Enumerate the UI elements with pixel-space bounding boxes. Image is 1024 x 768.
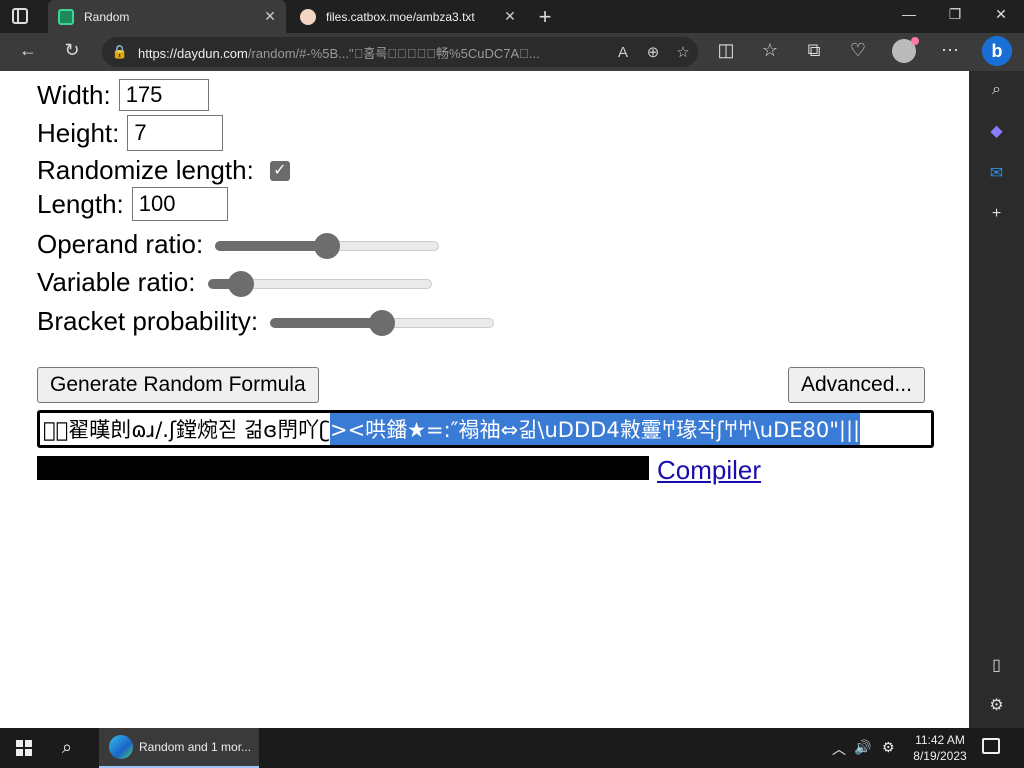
variable-slider[interactable] <box>207 270 432 297</box>
tab-title: Random <box>84 9 130 24</box>
browser-toolbar: ← ↻ 🔒 https://daydun.com/random/#-%5B...… <box>0 33 1024 71</box>
tab-actions-icon[interactable] <box>12 8 28 24</box>
favorites-icon[interactable]: ☆ <box>758 40 782 61</box>
volume-icon[interactable]: 🔊 <box>854 739 871 756</box>
close-window-icon[interactable]: ✕ <box>978 6 1024 23</box>
site-favicon-icon <box>58 8 74 25</box>
restore-icon[interactable]: ❐ <box>932 6 978 23</box>
tray-chevron-icon[interactable]: ︿ <box>832 739 846 759</box>
hide-sidebar-icon[interactable]: ▯ <box>969 655 1024 675</box>
length-input[interactable] <box>131 187 228 221</box>
outlook-icon[interactable]: ✉ <box>969 163 1024 183</box>
operand-row: Operand ratio: <box>37 229 440 260</box>
notification-icon[interactable] <box>982 738 1000 754</box>
length-label: Length: <box>37 188 124 219</box>
lock-icon[interactable]: 🔒 <box>102 44 138 60</box>
performance-icon[interactable]: ♡ <box>846 40 870 61</box>
compiler-link[interactable]: Compiler <box>657 455 761 486</box>
height-input[interactable] <box>127 115 224 151</box>
search-icon[interactable]: ⌕ <box>969 81 1024 99</box>
formula-selected-text: ><哄鐇★=:″褟䄂⇔긺\uDDD4敹霻𐀀瑑작ʃ𐀀𐀀\uDE80"||| <box>329 413 861 445</box>
randomize-row: Randomize length: ✓ <box>37 155 290 186</box>
zoom-icon[interactable]: ⊕ <box>638 43 668 61</box>
clock[interactable]: 11:42 AM 8/19/2023 <box>912 732 968 764</box>
bracket-slider[interactable] <box>270 309 495 336</box>
clock-date: 8/19/2023 <box>913 749 967 763</box>
profile-avatar[interactable] <box>892 37 919 63</box>
width-row: Width: <box>37 79 209 111</box>
favorite-star-icon[interactable]: ☆ <box>668 43 698 61</box>
randomize-label: Randomize length: <box>37 155 254 185</box>
width-label: Width: <box>37 79 111 110</box>
taskbar-app-label: Random and 1 mor... <box>139 740 252 754</box>
new-tab-icon[interactable]: + <box>533 4 557 30</box>
address-url: https://daydun.com/random/#-%5B..." 홈륵  … <box>138 45 540 61</box>
result-bar <box>37 456 649 480</box>
edge-sidebar: ⌕ ◆ ✉ + ▯ ⚙ <box>969 71 1024 728</box>
minimize-icon[interactable]: — <box>886 6 932 22</box>
collections-icon[interactable]: ⧉ <box>802 40 826 61</box>
variable-label: Variable ratio: <box>37 267 196 297</box>
generate-formula-button[interactable]: Generate Random Formula <box>37 367 319 403</box>
add-icon[interactable]: + <box>969 205 1024 223</box>
bracket-row: Bracket probability: <box>37 306 495 337</box>
clock-time: 11:42 AM <box>915 733 965 747</box>
catbox-favicon-icon <box>300 8 316 25</box>
windows-start-icon[interactable] <box>16 740 32 756</box>
bracket-label: Bracket probability: <box>37 306 259 336</box>
page-content: Width: Height: Randomize length: ✓ Lengt… <box>0 71 969 728</box>
refresh-icon[interactable]: ↻ <box>60 40 84 61</box>
width-input[interactable] <box>118 79 209 111</box>
formula-output[interactable]: 重ᷫ翟暵剆ɷɹ/.ʃ鏜焥짇 걺ɞ閅吖ʗ ><哄鐇★=:″褟䄂⇔긺\uDDD4敹霻𐀀… <box>37 410 934 448</box>
tab-strip: Random ✕ files.catbox.moe/ambza3.txt ✕ +… <box>0 0 1024 33</box>
tab-catbox[interactable]: files.catbox.moe/ambza3.txt ✕ <box>290 0 526 33</box>
settings-gear-icon[interactable]: ⚙ <box>882 739 895 756</box>
operand-label: Operand ratio: <box>37 229 204 259</box>
close-tab-icon[interactable]: ✕ <box>500 8 520 25</box>
slider-knob[interactable] <box>314 232 341 259</box>
tab-random[interactable]: Random ✕ <box>48 0 286 33</box>
height-label: Height: <box>37 117 120 148</box>
search-icon[interactable]: ⌕ <box>62 737 72 758</box>
length-row: Length: <box>37 187 228 221</box>
formula-text: 重ᷫ翟暵剆ɷɹ/.ʃ鏜焥짇 걺ɞ閅吖ʗ <box>43 418 330 442</box>
variable-row: Variable ratio: <box>37 267 432 298</box>
slider-knob[interactable] <box>228 270 255 297</box>
operand-slider[interactable] <box>215 232 440 259</box>
read-aloud-icon[interactable]: A <box>608 44 638 61</box>
settings-icon[interactable]: ⚙ <box>969 695 1024 715</box>
bing-copilot-icon[interactable]: b <box>982 36 1012 66</box>
tab-title: files.catbox.moe/ambza3.txt <box>326 9 475 24</box>
taskbar: ⌕ Random and 1 mor... ︿ 🔊 ⚙ 11:42 AM 8/1… <box>0 728 1024 768</box>
more-icon[interactable]: ⋯ <box>938 40 962 61</box>
taskbar-edge-app[interactable]: Random and 1 mor... <box>99 728 259 768</box>
copilot-icon[interactable]: ◆ <box>969 121 1024 141</box>
close-tab-icon[interactable]: ✕ <box>260 8 280 25</box>
randomize-checkbox[interactable]: ✓ <box>269 160 290 181</box>
advanced-button[interactable]: Advanced... <box>788 367 925 403</box>
edge-icon <box>109 735 133 759</box>
back-icon[interactable]: ← <box>16 40 40 61</box>
address-bar[interactable]: 🔒 https://daydun.com/random/#-%5B..." 홈륵… <box>102 37 698 67</box>
split-screen-icon[interactable]: ◫ <box>714 40 738 61</box>
slider-knob[interactable] <box>369 309 396 336</box>
height-row: Height: <box>37 115 224 151</box>
